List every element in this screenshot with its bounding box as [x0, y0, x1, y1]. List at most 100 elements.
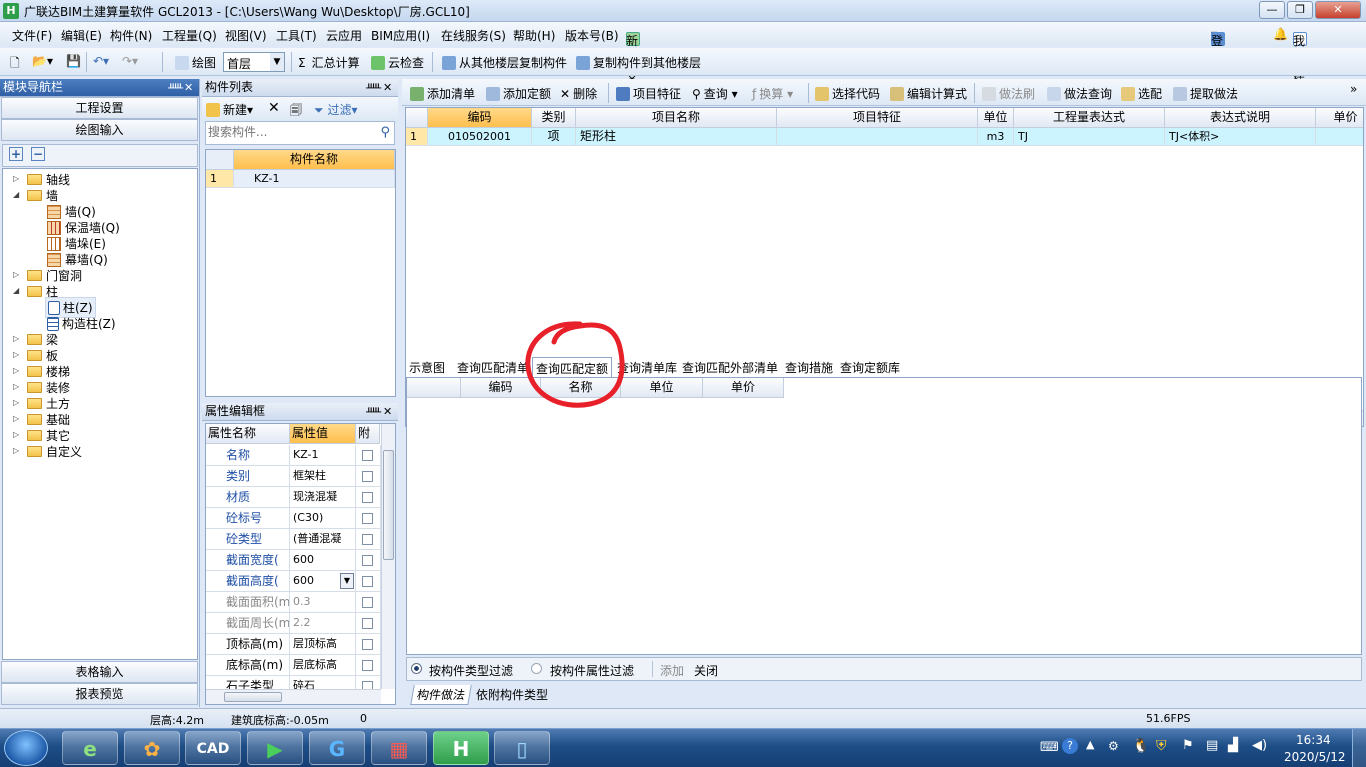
prop-vertical-scrollbar[interactable] [381, 424, 395, 689]
taskbar-media-icon[interactable]: ✿ [124, 731, 180, 765]
query-button[interactable]: ⚲ 查询 ▾ [692, 85, 738, 102]
delete-icon[interactable]: ✕ [268, 100, 280, 116]
collapse-all-icon[interactable]: − [31, 147, 45, 161]
menu-view[interactable]: 视图(V) [225, 27, 267, 44]
tree-item-wall-q[interactable]: 墙(Q) [47, 203, 96, 220]
expand-arrow-icon[interactable]: ▷ [13, 382, 19, 391]
tree-item-custom[interactable]: 自定义 [27, 443, 82, 460]
menu-cloud[interactable]: 云应用 [326, 27, 362, 44]
tray-settings-icon[interactable]: ⚙ [1108, 739, 1119, 753]
extract-method-button[interactable]: 提取做法 [1173, 85, 1238, 102]
taskbar-cad-icon[interactable]: CAD [185, 731, 241, 765]
expand-arrow-icon[interactable]: ▷ [13, 334, 19, 343]
taskbar-apps-icon[interactable]: ▦ [371, 731, 427, 765]
menu-version[interactable]: 版本号(B) [565, 27, 619, 44]
menu-edit[interactable]: 编辑(E) [61, 27, 102, 44]
search-icon[interactable]: ⚲ [380, 125, 390, 140]
tray-expand-icon[interactable]: ▲ [1086, 738, 1094, 751]
network-icon[interactable]: ▟ [1228, 738, 1238, 753]
property-value[interactable]: 层底标高 [290, 655, 356, 676]
taskbar-player-icon[interactable]: ▶ [247, 731, 303, 765]
flag-icon[interactable]: ⚑ [1182, 738, 1194, 753]
property-checkbox[interactable] [362, 660, 373, 671]
undo-icon[interactable]: ↶▾ [93, 54, 109, 68]
cell-unit[interactable]: m3 [978, 128, 1014, 146]
pin-icon[interactable]: ᚊ [366, 403, 381, 420]
component-row-kz1[interactable]: KZ-1 [234, 170, 395, 188]
tab-external-bill[interactable]: 查询匹配外部清单 [682, 359, 778, 376]
help-icon[interactable]: ? [1062, 738, 1078, 754]
item-feature-button[interactable]: 项目特征 [616, 85, 681, 102]
tab-bill-library[interactable]: 查询清单库 [617, 359, 677, 376]
tree-item-insulation-wall[interactable]: 保温墙(Q) [47, 219, 120, 236]
property-checkbox[interactable] [362, 450, 373, 461]
clipboard-icon[interactable]: ▤ [1206, 738, 1218, 753]
tree-item-beam[interactable]: 梁 [27, 331, 58, 348]
volume-icon[interactable]: ◀) [1252, 738, 1267, 753]
bell-icon[interactable]: 🔔 [1273, 27, 1288, 41]
property-value[interactable]: 框架柱 [290, 466, 356, 487]
menu-online[interactable]: 在线服务(S) [441, 27, 506, 44]
filter-button[interactable]: ⏷ 过滤▾ [314, 101, 357, 118]
draw-button[interactable]: 绘图 [175, 54, 216, 71]
tree-item-pilaster[interactable]: 墙垛(E) [47, 235, 106, 252]
delete-button[interactable]: ✕ 删除 [560, 85, 597, 102]
chevron-down-icon[interactable]: ▼ [270, 53, 284, 71]
expand-arrow-icon[interactable]: ▷ [13, 446, 19, 455]
expand-arrow-icon[interactable]: ▷ [13, 430, 19, 439]
expand-arrow-icon[interactable]: ▷ [13, 350, 19, 359]
chevron-down-icon[interactable]: ▼ [340, 573, 354, 589]
add-quota-button[interactable]: 添加定额 [486, 85, 551, 102]
property-value[interactable]: (普通混凝 [290, 529, 356, 550]
scroll-thumb[interactable] [383, 450, 394, 560]
col-quota-price[interactable]: 单价 [703, 378, 784, 398]
property-checkbox[interactable] [362, 471, 373, 482]
close-button[interactable]: ✕ [1315, 1, 1361, 19]
col-quantity-expr[interactable]: 工程量表达式 [1014, 108, 1165, 128]
close-icon[interactable]: ✕ [383, 79, 392, 96]
cell-item-feature[interactable] [777, 128, 978, 146]
qq-icon[interactable]: 🐧 [1132, 738, 1149, 754]
col-quota-unit[interactable]: 单位 [621, 378, 703, 398]
close-icon[interactable]: ✕ [383, 403, 392, 420]
col-expr-desc[interactable]: 表达式说明 [1165, 108, 1316, 128]
menu-tools[interactable]: 工具(T) [276, 27, 317, 44]
edit-formula-button[interactable]: 编辑计算式 [890, 85, 967, 102]
cell-type[interactable]: 项 [532, 128, 576, 146]
property-checkbox[interactable] [362, 576, 373, 587]
start-button[interactable] [4, 730, 48, 766]
property-value[interactable]: KZ-1 [290, 445, 356, 466]
tree-item-decoration[interactable]: 装修 [27, 379, 70, 396]
save-icon[interactable]: 💾 [66, 54, 81, 68]
new-component-button[interactable]: 新建▾ [206, 101, 253, 118]
copy-from-floor-button[interactable]: 从其他楼层复制构件 [442, 54, 567, 71]
tree-item-constructional-column[interactable]: 构造柱(Z) [47, 315, 116, 332]
add-bill-button[interactable]: 添加清单 [410, 85, 475, 102]
taskbar-ie-icon[interactable]: e [62, 731, 118, 765]
taskbar-browser-icon[interactable]: G [309, 731, 365, 765]
property-value[interactable]: 层顶标高 [290, 634, 356, 655]
col-quota-code[interactable]: 编码 [461, 378, 541, 398]
clock-time[interactable]: 16:34 [1296, 733, 1331, 747]
cloud-check-button[interactable]: 云检查 [371, 54, 424, 71]
pin-icon[interactable]: ᚊ [168, 79, 183, 96]
new-file-icon[interactable]: 🗋 [10, 54, 20, 75]
tree-item-stairs[interactable]: 楼梯 [27, 363, 70, 380]
drawing-input-button[interactable]: 绘图输入 [1, 119, 198, 141]
cell-item-name[interactable]: 矩形柱 [576, 128, 777, 146]
collapse-arrow-icon[interactable]: ◢ [13, 190, 19, 199]
close-icon[interactable]: ✕ [184, 79, 193, 96]
expand-arrow-icon[interactable]: ▷ [13, 366, 19, 375]
shield-icon[interactable]: ⛨ [1156, 738, 1167, 754]
col-unit[interactable]: 单位 [978, 108, 1014, 128]
tree-item-other[interactable]: 其它 [27, 427, 70, 444]
match-button[interactable]: 选配 [1121, 85, 1162, 102]
col-item-name[interactable]: 项目名称 [576, 108, 777, 128]
sum-calc-button[interactable]: Σ 汇总计算 [298, 54, 360, 71]
tree-item-wall[interactable]: 墙 [27, 187, 58, 204]
select-code-button[interactable]: 选择代码 [815, 85, 880, 102]
property-checkbox[interactable] [362, 513, 373, 524]
expand-arrow-icon[interactable]: ▷ [13, 414, 19, 423]
tree-item-axis[interactable]: 轴线 [27, 171, 70, 188]
menu-file[interactable]: 文件(F) [12, 27, 52, 44]
